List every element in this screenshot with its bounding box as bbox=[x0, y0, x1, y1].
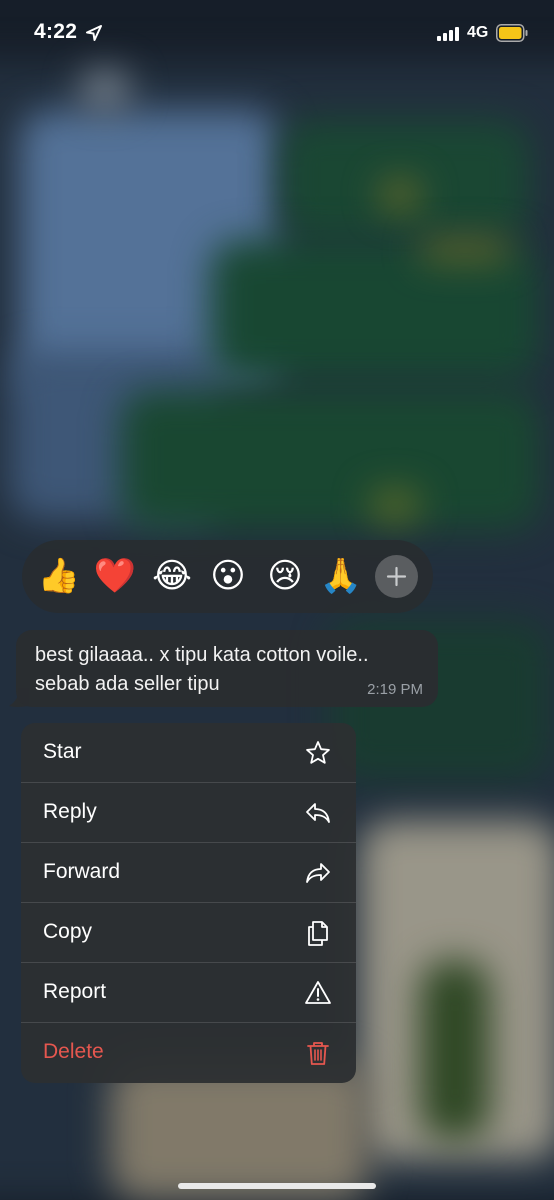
thumbs-up-emoji[interactable]: 👍 bbox=[37, 554, 81, 598]
message-context-menu: Star Reply Forward Copy Report Delete bbox=[21, 723, 356, 1083]
menu-item-label: Delete bbox=[43, 1040, 104, 1063]
more-reactions-button[interactable] bbox=[375, 555, 418, 598]
star-icon bbox=[306, 741, 330, 764]
heart-emoji[interactable]: ❤️ bbox=[93, 554, 137, 598]
menu-item-report[interactable]: Report bbox=[21, 963, 356, 1023]
reply-icon bbox=[306, 803, 330, 823]
menu-item-reply[interactable]: Reply bbox=[21, 783, 356, 843]
forward-icon bbox=[306, 863, 330, 883]
menu-item-label: Copy bbox=[43, 920, 93, 943]
reaction-bar: 👍 ❤️ 😂 😮 😢 🙏 bbox=[22, 540, 433, 613]
message-time: 2:19 PM bbox=[367, 681, 423, 698]
menu-item-label: Report bbox=[43, 980, 107, 1003]
menu-item-forward[interactable]: Forward bbox=[21, 843, 356, 903]
tears-of-joy-emoji[interactable]: 😂 bbox=[150, 554, 194, 598]
surprised-emoji[interactable]: 😮 bbox=[206, 554, 250, 598]
network-type: 4G bbox=[467, 24, 489, 41]
home-indicator[interactable] bbox=[178, 1183, 376, 1189]
trash-icon bbox=[307, 1042, 329, 1065]
menu-item-star[interactable]: Star bbox=[21, 723, 356, 783]
folded-hands-emoji[interactable]: 🙏 bbox=[319, 554, 363, 598]
warning-icon bbox=[305, 981, 331, 1004]
menu-item-label: Forward bbox=[43, 860, 121, 883]
menu-item-copy[interactable]: Copy bbox=[21, 903, 356, 963]
crying-emoji[interactable]: 😢 bbox=[263, 554, 307, 598]
signal-bars-icon bbox=[437, 27, 459, 41]
location-arrow-icon bbox=[86, 25, 102, 41]
status-time: 4:22 bbox=[34, 20, 78, 43]
menu-item-delete[interactable]: Delete bbox=[21, 1023, 356, 1083]
menu-item-label: Reply bbox=[43, 800, 97, 823]
plus-icon bbox=[386, 566, 407, 587]
battery-icon bbox=[496, 24, 528, 42]
menu-item-label: Star bbox=[43, 740, 82, 763]
message-bubble[interactable]: best gilaaaa.. x tipu kata cotton voile.… bbox=[16, 630, 438, 707]
copy-icon bbox=[308, 921, 328, 946]
status-bar: 4:22 4G bbox=[0, 0, 554, 66]
